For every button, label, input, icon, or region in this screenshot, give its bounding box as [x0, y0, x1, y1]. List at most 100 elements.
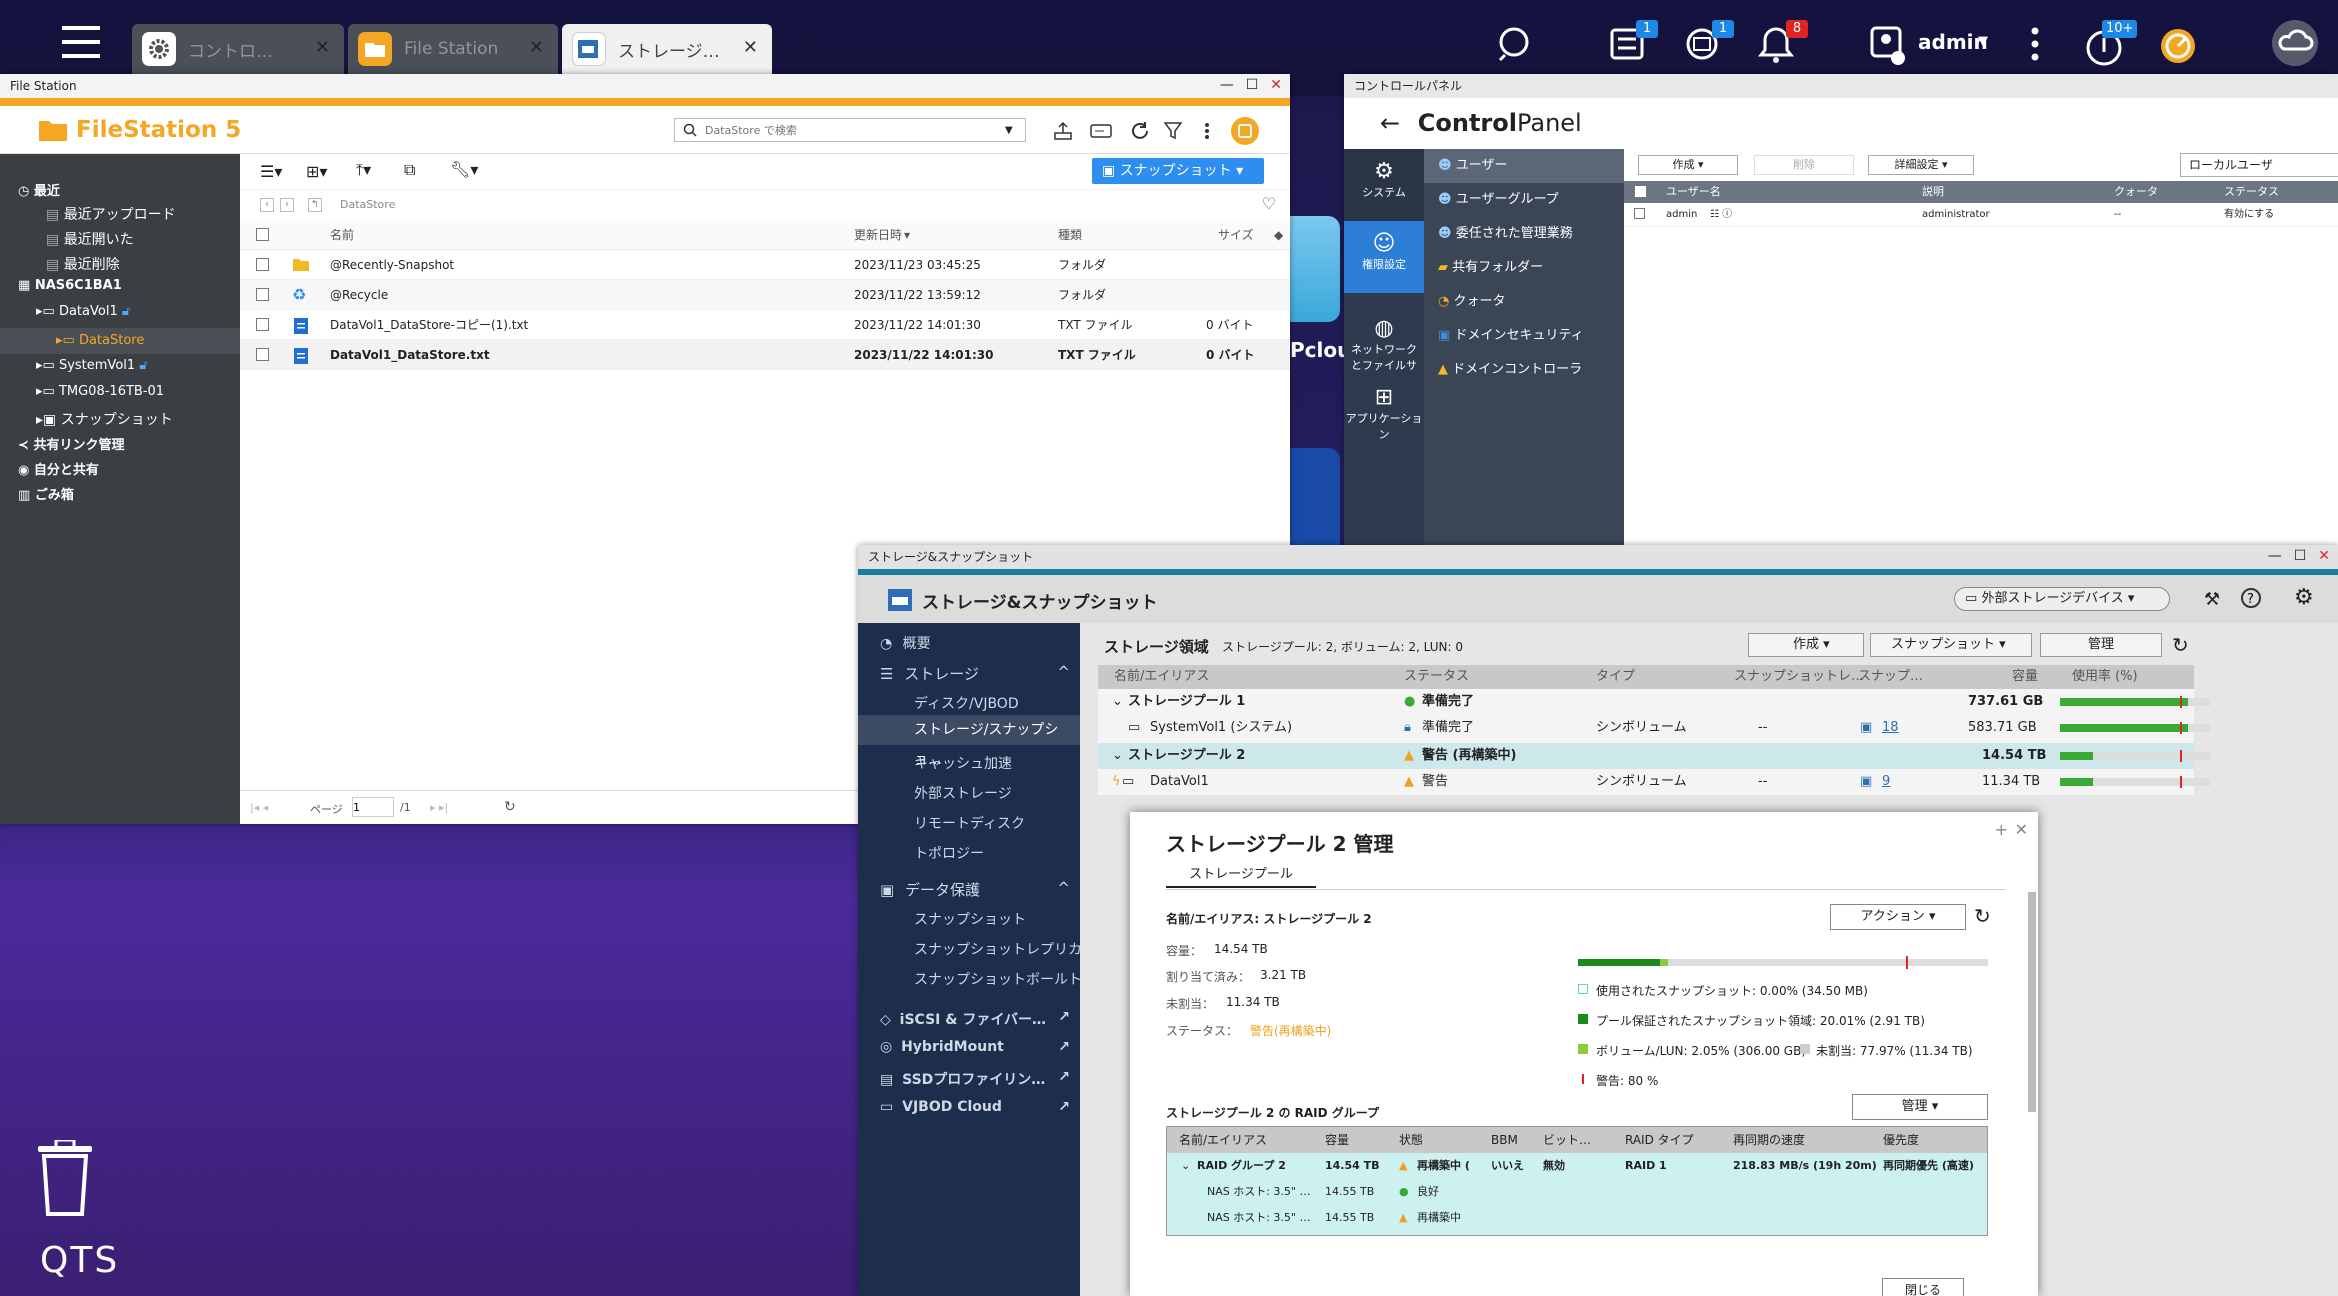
close-icon[interactable]: ✕ [2015, 820, 2028, 839]
select-all-checkbox[interactable] [1634, 185, 1647, 198]
table-row[interactable]: @Recently-Snapshot 2023/11/23 03:45:25 フ… [240, 250, 1290, 280]
close-icon[interactable]: ✕ [315, 37, 330, 58]
sidebar-item-external[interactable]: 外部ストレージ [914, 783, 1012, 803]
minimize-icon[interactable]: — [1220, 76, 1234, 94]
tab-storage[interactable]: ストレージ… ✕ [562, 24, 772, 74]
more-icon[interactable] [2030, 26, 2040, 62]
search-icon[interactable] [1496, 24, 1536, 64]
select-all-checkbox[interactable] [256, 228, 269, 241]
nav-system[interactable]: ⚙ システム [1344, 149, 1424, 221]
sidebar-item-vjbod[interactable]: ▭ VJBOD Cloud ↗ [880, 1099, 1070, 1115]
drive-icon[interactable] [1090, 122, 1112, 140]
sidebar-item-nas[interactable]: ▦ NAS6C1BA1 [18, 278, 122, 293]
sidebar-item-share-links[interactable]: ≺ 共有リンク管理 [18, 434, 124, 453]
sidebar-item-overview[interactable]: ◔ 概要 [880, 633, 931, 653]
tools-icon[interactable]: 🔧︎▾ [450, 160, 478, 179]
close-icon[interactable]: ✕ [529, 37, 544, 58]
maximize-icon[interactable]: ☐ [2294, 547, 2307, 565]
background-task-icon[interactable] [1230, 116, 1260, 146]
sidebar-item-recent-opened[interactable]: ▤ 最近開いた [46, 229, 134, 249]
menu-item-quota[interactable]: ◔ クォータ [1424, 285, 1624, 319]
row-checkbox[interactable] [256, 288, 269, 301]
refresh-icon[interactable]: ↻ [2172, 633, 2189, 657]
table-row[interactable]: ⌄ RAID グループ 2 14.54 TB ▲ 再構築中 ( いいえ 無効 R… [1167, 1153, 1987, 1179]
close-button[interactable]: 閉じる [1882, 1278, 1964, 1296]
menu-item-domain-controller[interactable]: ▲ ドメインコントローラ [1424, 353, 1624, 387]
action-button[interactable]: アクション ▾ [1830, 904, 1966, 930]
sidebar-item-datastore[interactable]: ▸▭ DataStore [0, 328, 240, 354]
page-input[interactable] [352, 797, 394, 817]
menu-item-groups[interactable]: ☻ ユーザーグループ [1424, 183, 1624, 217]
back-arrow-icon[interactable]: ← [1380, 109, 1400, 137]
view-mode-icon[interactable]: ☰▾ [260, 162, 282, 181]
forward-icon[interactable]: › [280, 198, 294, 212]
manage-button[interactable]: 管理 [2040, 633, 2162, 657]
delete-button[interactable]: 削除 [1754, 155, 1854, 175]
sidebar-item-cache[interactable]: キャッシュ加速 [914, 753, 1012, 773]
snapshot-button[interactable]: スナップショット ▾ [1870, 633, 2032, 657]
col-modified[interactable]: 更新日時 [854, 220, 902, 250]
sidebar-item-recent-upload[interactable]: ▤ 最近アップロード [46, 204, 176, 224]
close-icon[interactable]: ✕ [1270, 76, 1282, 94]
dialog-scrollbar[interactable] [2028, 892, 2036, 1112]
sidebar-item-snap-vault[interactable]: スナップショットボールト [914, 969, 1082, 989]
sidebar-item-snapshot[interactable]: スナップショット [914, 909, 1026, 929]
table-row[interactable]: DataVol1_DataStore.txt 2023/11/22 14:01:… [240, 340, 1290, 370]
first-page-icon[interactable]: |◂ ◂ [250, 801, 268, 814]
menu-item-delegated[interactable]: ☻ 委任された管理業務 [1424, 217, 1624, 251]
sidebar-item-tmg[interactable]: ▸▭ TMG08-16TB-01 [36, 384, 164, 399]
sidebar-item-systemvol1[interactable]: ▸▭ SystemVol1 🔓︎ [36, 358, 148, 373]
row-checkbox[interactable] [256, 258, 269, 271]
sidebar-item-trash[interactable]: ▥ ごみ箱 [18, 484, 74, 503]
nav-apps[interactable]: ⊞ アプリケーション [1344, 375, 1424, 455]
search-input[interactable] [705, 123, 1005, 137]
cloud-icon[interactable] [2270, 18, 2320, 68]
heart-icon[interactable]: ♡ [1262, 194, 1276, 213]
tab-storage-pool[interactable]: ストレージプール [1166, 862, 1316, 888]
nav-network[interactable]: ◍ ネットワーク とファイルサ [1344, 293, 1424, 373]
refresh-icon[interactable] [1130, 121, 1150, 141]
sidebar-item-remote[interactable]: リモートディスク [914, 813, 1025, 833]
row-checkbox[interactable] [256, 318, 269, 331]
column-menu-icon[interactable]: ◆ [1274, 220, 1283, 250]
copy-icon[interactable]: ⧉ [404, 160, 415, 180]
dashboard-icon[interactable] [2158, 26, 2198, 66]
shield-desktop-icon[interactable] [1290, 448, 1340, 548]
sidebar-item-iscsi[interactable]: ◇ iSCSI & ファイバー… ↗ [880, 1009, 1070, 1029]
row-checkbox[interactable] [256, 348, 269, 361]
user-scope-select[interactable]: ローカルユーザ [2180, 153, 2338, 177]
row-checkbox[interactable] [1634, 208, 1645, 219]
row-snap[interactable]: 18 [1882, 715, 1899, 741]
table-row[interactable]: NAS ホスト: 3.5" … 14.55 TB ▲ 再構築中 [1167, 1205, 1987, 1231]
settings-gear-icon[interactable]: ⚙ [2294, 585, 2314, 610]
sidebar-item-ssd[interactable]: ▤ SSDプロファイリン… ↗ [880, 1069, 1070, 1089]
sidebar-item-me-shared[interactable]: ◉ 自分と共有 [18, 459, 99, 478]
col-size[interactable]: サイズ [1218, 220, 1254, 250]
pcloud-desktop-icon[interactable]: Pclou [1290, 216, 1351, 362]
tab-filestation[interactable]: File Station ✕ [348, 24, 558, 74]
search-box[interactable]: ▼ [674, 118, 1026, 142]
sidebar-item-storage[interactable]: ☰ ストレージ ^ [880, 663, 1070, 684]
sidebar-item-storage-snapshot[interactable]: ストレージ/スナップショ… [858, 715, 1080, 768]
table-row[interactable]: ϟ ▭ DataVol1 ▲ 警告 シンボリューム -- ▣ 9 11.34 T… [1098, 769, 2210, 795]
refresh-icon[interactable]: ↻ [504, 799, 516, 815]
upload-icon[interactable] [1054, 122, 1072, 140]
sidebar-item-hybridmount[interactable]: ◎ HybridMount ↗ [880, 1039, 1070, 1055]
diagnostic-icon[interactable]: ⚒ [2204, 589, 2220, 610]
close-icon[interactable]: ✕ [2318, 547, 2330, 565]
maximize-icon[interactable]: ☐ [1246, 76, 1259, 94]
help-icon[interactable]: ? [2240, 587, 2262, 609]
upload-menu-icon[interactable]: ⤒▾ [356, 160, 371, 180]
table-row[interactable]: DataVol1_DataStore-コピー(1).txt 2023/11/22… [240, 310, 1290, 340]
edit-icon[interactable]: ☷ ⓘ [1710, 203, 1732, 227]
trash-icon[interactable] [36, 1140, 94, 1216]
table-row[interactable]: ♻ @Recycle 2023/11/22 13:59:12 フォルダ [240, 280, 1290, 310]
menu-item-users[interactable]: ☻ ユーザー [1424, 149, 1624, 183]
raid-manage-button[interactable]: 管理 ▾ [1852, 1094, 1988, 1120]
user-dropdown-icon[interactable]: ▼ [1978, 34, 1988, 49]
breadcrumb-path[interactable]: DataStore [340, 198, 395, 211]
expand-icon[interactable]: + [1995, 820, 2008, 839]
menu-item-domain-security[interactable]: ▣ ドメインセキュリティ [1424, 319, 1624, 353]
next-page-icon[interactable]: ▸ ▸| [430, 801, 448, 814]
sidebar-item-snap-replica[interactable]: スナップショットレプリカ [914, 939, 1082, 959]
